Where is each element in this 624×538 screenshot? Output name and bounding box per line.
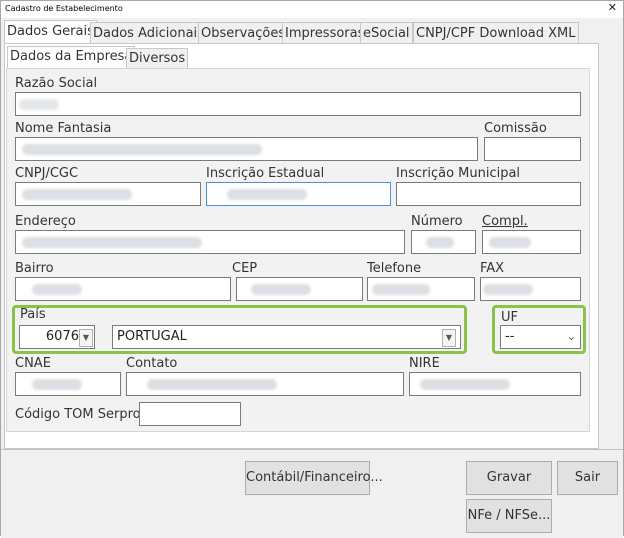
blurred-value: [32, 284, 82, 295]
tab-esocial[interactable]: eSocial: [360, 22, 413, 44]
codigo-tom-label: Código TOM Serpro: [15, 407, 141, 422]
chevron-down-icon[interactable]: ⌄: [567, 326, 576, 348]
subtab-dados-empresa[interactable]: Dados da Empresa: [7, 46, 136, 70]
nfe-nfse-button[interactable]: NFe / NFSe...: [466, 499, 552, 533]
blurred-value: [19, 99, 59, 110]
contato-label: Contato: [126, 356, 178, 371]
codigo-tom-input[interactable]: [139, 402, 241, 426]
nire-label: NIRE: [409, 356, 440, 371]
pais-label: País: [20, 307, 46, 322]
telefone-input[interactable]: [367, 277, 475, 301]
numero-input[interactable]: [411, 230, 476, 254]
comissao-input[interactable]: [484, 137, 581, 161]
blurred-value: [227, 189, 307, 200]
blurred-value: [483, 284, 533, 295]
tab-cnpj-download-xml[interactable]: CNPJ/CPF Download XML: [413, 22, 579, 44]
dialog-window: Cadastro de Estabelecimento ✕ Dados Gera…: [0, 0, 624, 538]
uf-label: UF: [501, 310, 518, 325]
inscricao-estadual-input[interactable]: [206, 182, 391, 206]
numero-label: Número: [411, 214, 463, 229]
blurred-value: [372, 284, 430, 295]
cep-label: CEP: [232, 261, 258, 276]
cnae-label: CNAE: [15, 356, 51, 371]
tab-impressoras[interactable]: Impressoras: [282, 22, 368, 44]
endereco-label: Endereço: [15, 214, 76, 229]
fax-label: FAX: [480, 261, 505, 276]
contabil-financeiro-button[interactable]: Contábil/Financeiro...: [245, 461, 383, 495]
blurred-value: [22, 237, 202, 248]
contato-input[interactable]: [126, 372, 404, 396]
fax-input[interactable]: [480, 277, 581, 301]
tab-observacoes[interactable]: Observações: [198, 22, 289, 44]
uf-value: --: [505, 329, 515, 344]
pais-name-value: PORTUGAL: [117, 329, 187, 344]
cnpj-input[interactable]: [15, 182, 201, 206]
pais-code-value: 6076: [45, 329, 79, 344]
cep-input[interactable]: [236, 277, 363, 301]
pais-code-select[interactable]: 6076 ▼: [19, 325, 95, 349]
blurred-value: [147, 379, 277, 390]
pais-name-select[interactable]: PORTUGAL ▼: [112, 325, 461, 349]
cnae-input[interactable]: [15, 372, 121, 396]
uf-select[interactable]: -- ⌄: [500, 325, 581, 349]
cnpj-label: CNPJ/CGC: [15, 166, 79, 181]
blurred-value: [22, 144, 262, 155]
razao-social-input[interactable]: [15, 92, 581, 116]
telefone-label: Telefone: [367, 261, 422, 276]
tab-dados-adicionais[interactable]: Dados Adicionais: [90, 22, 207, 44]
chevron-down-icon[interactable]: ▼: [79, 329, 93, 347]
nome-fantasia-input[interactable]: [15, 137, 478, 161]
compl-input[interactable]: [482, 230, 581, 254]
bairro-input[interactable]: [15, 277, 231, 301]
blurred-value: [22, 189, 132, 200]
nire-input[interactable]: [409, 372, 581, 396]
subtab-diversos[interactable]: Diversos: [126, 48, 189, 69]
blurred-value: [489, 237, 531, 248]
bairro-label: Bairro: [15, 261, 54, 276]
inscricao-municipal-input[interactable]: [396, 182, 581, 206]
compl-label: Compl.: [482, 214, 528, 229]
comissao-label: Comissão: [484, 121, 547, 136]
gravar-button[interactable]: Gravar: [466, 461, 552, 495]
blurred-value: [32, 379, 82, 390]
chevron-down-icon[interactable]: ▼: [442, 329, 456, 347]
endereco-input[interactable]: [15, 230, 405, 254]
blurred-value: [251, 284, 311, 295]
window-title: Cadastro de Estabelecimento: [5, 4, 123, 13]
tab-dados-gerais[interactable]: Dados Gerais: [4, 20, 97, 45]
blurred-value: [426, 237, 454, 248]
sair-button[interactable]: Sair: [557, 461, 618, 495]
blurred-value: [420, 379, 510, 390]
close-icon[interactable]: ✕: [608, 1, 617, 14]
razao-social-label: Razão Social: [15, 76, 98, 91]
title-bar: Cadastro de Estabelecimento ✕: [1, 1, 623, 18]
inscricao-estadual-label: Inscrição Estadual: [206, 166, 325, 181]
inscricao-municipal-label: Inscrição Municipal: [396, 166, 521, 181]
nome-fantasia-label: Nome Fantasia: [15, 121, 112, 136]
